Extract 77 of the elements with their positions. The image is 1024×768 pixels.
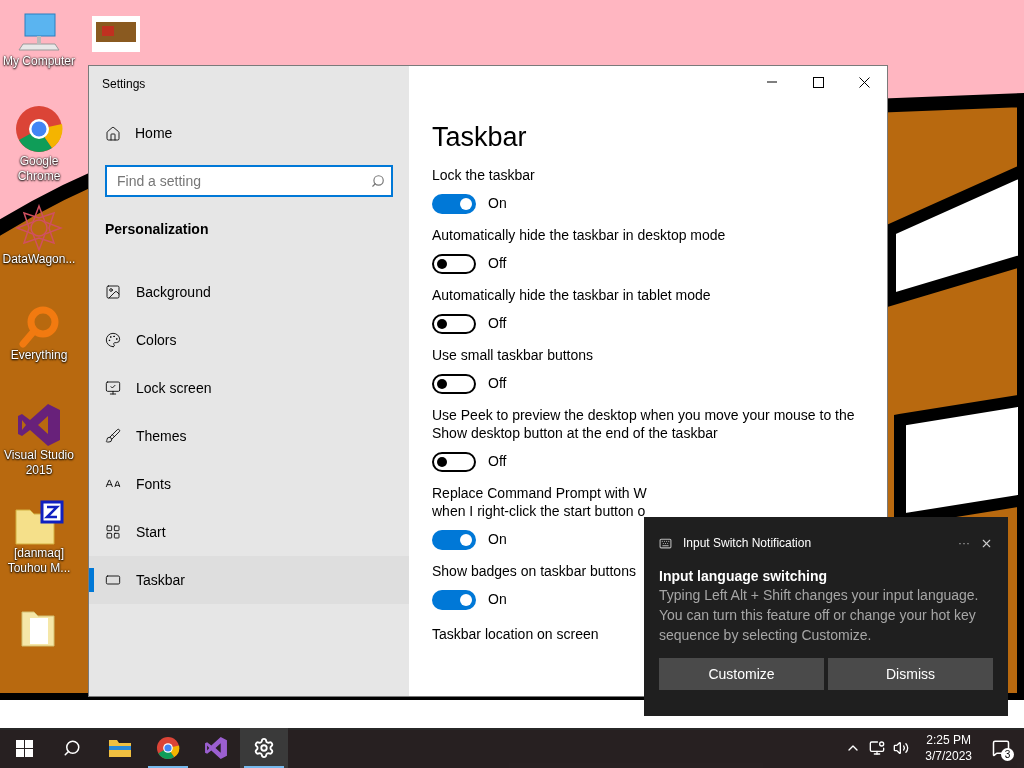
brush-icon bbox=[105, 428, 121, 444]
picture-icon bbox=[105, 284, 121, 300]
toggle-state: Off bbox=[488, 452, 507, 471]
visual-studio-icon bbox=[204, 736, 228, 760]
maximize-icon bbox=[812, 76, 824, 88]
clock[interactable]: 2:25 PM 3/7/2023 bbox=[919, 732, 978, 764]
star-pattern-icon[interactable] bbox=[15, 204, 63, 252]
search-icon bbox=[371, 174, 385, 188]
setting-label: Replace Command Prompt with W bbox=[432, 484, 647, 502]
folder-icon[interactable] bbox=[14, 500, 64, 546]
toggle-state: On bbox=[488, 194, 507, 213]
toggle-state: On bbox=[488, 590, 507, 609]
sidebar-item[interactable]: Taskbar bbox=[89, 556, 409, 604]
palette-icon bbox=[105, 332, 121, 348]
setting-label: Show badges on taskbar buttons bbox=[432, 562, 636, 580]
windows-icon bbox=[15, 739, 33, 757]
taskbar-app[interactable] bbox=[240, 728, 288, 768]
setting-label: Taskbar location on screen bbox=[432, 625, 599, 644]
desktop-icon-label: Everything bbox=[10, 348, 68, 363]
sidebar-item[interactable]: Lock screen bbox=[89, 364, 409, 412]
desktop-icon-label: DataWagon... bbox=[2, 252, 76, 267]
toggle-switch[interactable] bbox=[432, 253, 476, 274]
network-icon[interactable] bbox=[869, 740, 886, 756]
app-name: Input Switch Notification bbox=[683, 535, 812, 552]
more-button[interactable]: ··· bbox=[958, 534, 970, 552]
chrome-icon[interactable] bbox=[14, 104, 64, 154]
setting-label: Show desktop button at the end of the taskbar bbox=[432, 424, 718, 442]
desktop-icon-label: My Computer bbox=[3, 54, 75, 69]
window-title: Settings bbox=[102, 76, 147, 93]
setting-label: Use small taskbar buttons bbox=[432, 346, 594, 364]
notification-action[interactable]: Customize bbox=[659, 658, 824, 690]
desktop-icon-label: Visual Studio 2015 bbox=[3, 448, 75, 478]
minimize-icon bbox=[767, 81, 777, 83]
section-heading: Personalization bbox=[105, 220, 210, 239]
setting-label: when I right-click the start button o bbox=[432, 502, 646, 520]
setting-label: Automatically hide the taskbar in desktop mode bbox=[432, 226, 726, 244]
toggle-switch[interactable] bbox=[432, 193, 476, 214]
taskbar-icon bbox=[105, 572, 121, 588]
toggle-state: Off bbox=[488, 374, 507, 393]
computer-icon[interactable] bbox=[17, 10, 61, 54]
close-icon bbox=[858, 76, 870, 88]
notification-count: 3 bbox=[1001, 748, 1014, 761]
picture-thumbnail-icon[interactable] bbox=[92, 16, 140, 52]
volume-icon[interactable] bbox=[893, 740, 910, 756]
notification-body: Typing Left Alt + Shift changes your input language. You can turn this feature off or change your hot key sequence by selecting Customize. bbox=[659, 586, 980, 645]
desktop-icon-label: Google Chrome bbox=[16, 154, 62, 184]
toggle-switch[interactable] bbox=[432, 529, 476, 550]
page-title: Taskbar bbox=[432, 121, 527, 154]
desktop-icon-label: [danmaq] Touhou M... bbox=[6, 546, 72, 576]
toggle-state: Off bbox=[488, 254, 507, 273]
home-link[interactable]: Home bbox=[105, 123, 409, 144]
toggle-switch[interactable] bbox=[432, 373, 476, 394]
search-field[interactable]: Find a setting bbox=[105, 165, 393, 197]
gear-icon bbox=[253, 737, 275, 759]
toggle-state: Off bbox=[488, 314, 507, 333]
notification-title: Input language switching bbox=[659, 567, 828, 585]
toggle-switch[interactable] bbox=[432, 589, 476, 610]
search-icon bbox=[63, 739, 81, 757]
grid-icon bbox=[105, 524, 121, 540]
sidebar-item[interactable]: Colors bbox=[89, 316, 409, 364]
chrome-icon bbox=[156, 736, 180, 760]
setting-label: Automatically hide the taskbar in tablet mode bbox=[432, 286, 711, 304]
visual-studio-icon[interactable] bbox=[16, 402, 62, 448]
sidebar-item[interactable]: Themes bbox=[89, 412, 409, 460]
home-icon bbox=[105, 125, 121, 142]
toggle-switch[interactable] bbox=[432, 451, 476, 472]
action-center-button[interactable]: 3 bbox=[978, 728, 1024, 768]
setting-label: Use Peek to preview the desktop when you move your mouse to the bbox=[432, 406, 855, 424]
sidebar-item[interactable]: Background bbox=[89, 268, 409, 316]
sidebar-item[interactable]: Fonts bbox=[89, 460, 409, 508]
setting-label: Lock the taskbar bbox=[432, 166, 535, 184]
sidebar-item[interactable]: Start bbox=[89, 508, 409, 556]
toggle-switch[interactable] bbox=[432, 313, 476, 334]
notification-action[interactable]: Dismiss bbox=[828, 658, 993, 690]
keyboard-icon bbox=[659, 536, 672, 550]
folder-icon bbox=[108, 738, 132, 758]
toggle-state: On bbox=[488, 530, 507, 549]
